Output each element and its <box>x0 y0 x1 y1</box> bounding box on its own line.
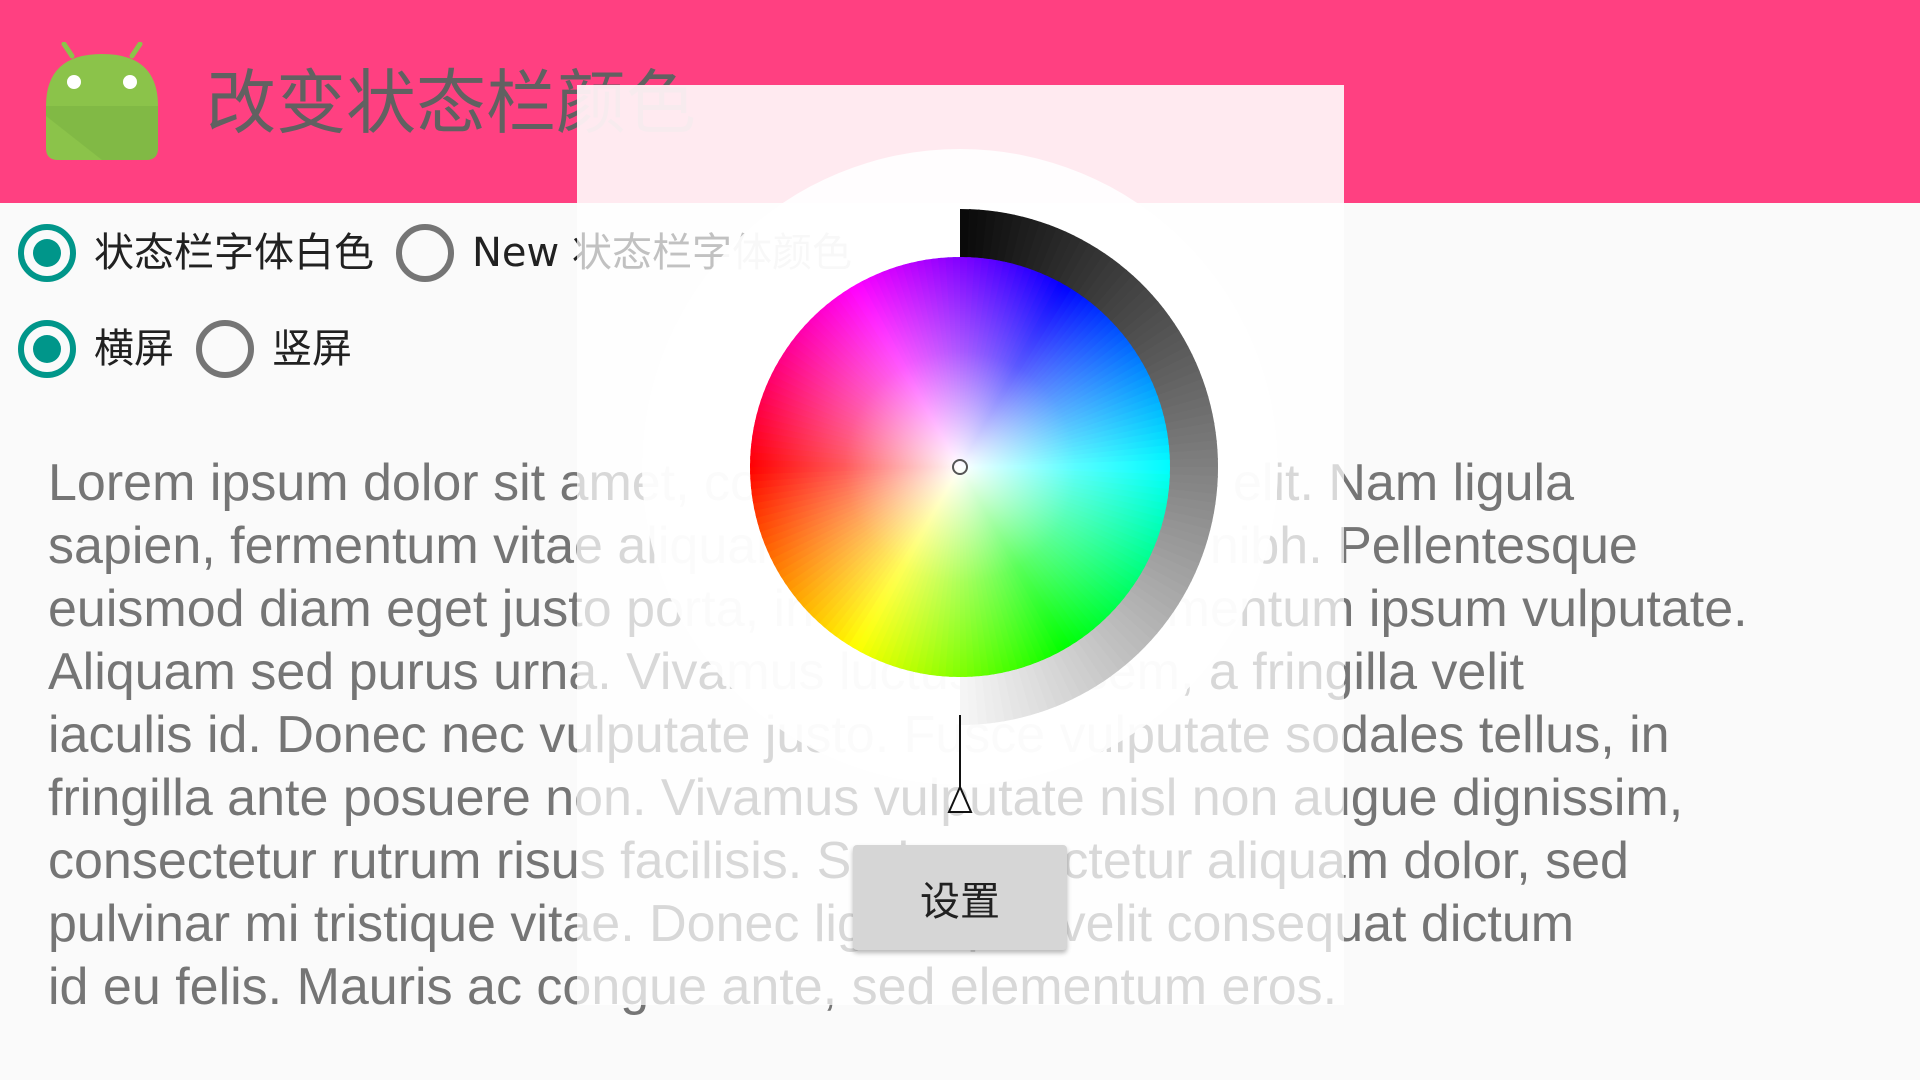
radio-portrait[interactable] <box>196 320 254 378</box>
android-robot-icon <box>46 42 158 160</box>
radio-new-font[interactable] <box>396 224 454 282</box>
orientation-radio-group: 横屏 竖屏 <box>18 314 374 384</box>
radio-white-font[interactable] <box>18 224 76 282</box>
radio-landscape-label[interactable]: 横屏 <box>94 320 174 378</box>
set-button[interactable]: 设置 <box>853 845 1067 950</box>
radio-landscape[interactable] <box>18 320 76 378</box>
color-picker-dialog: 设置 <box>577 85 1344 1005</box>
radio-portrait-label[interactable]: 竖屏 <box>272 320 352 378</box>
app-screen: 改变状态栏颜色 状态栏字体白色 New 状态栏字体颜色 横屏 竖屏 Lorem … <box>0 0 1920 1080</box>
radio-white-font-label[interactable]: 状态栏字体白色 <box>94 224 374 282</box>
value-pointer-triangle-icon[interactable] <box>947 784 973 813</box>
